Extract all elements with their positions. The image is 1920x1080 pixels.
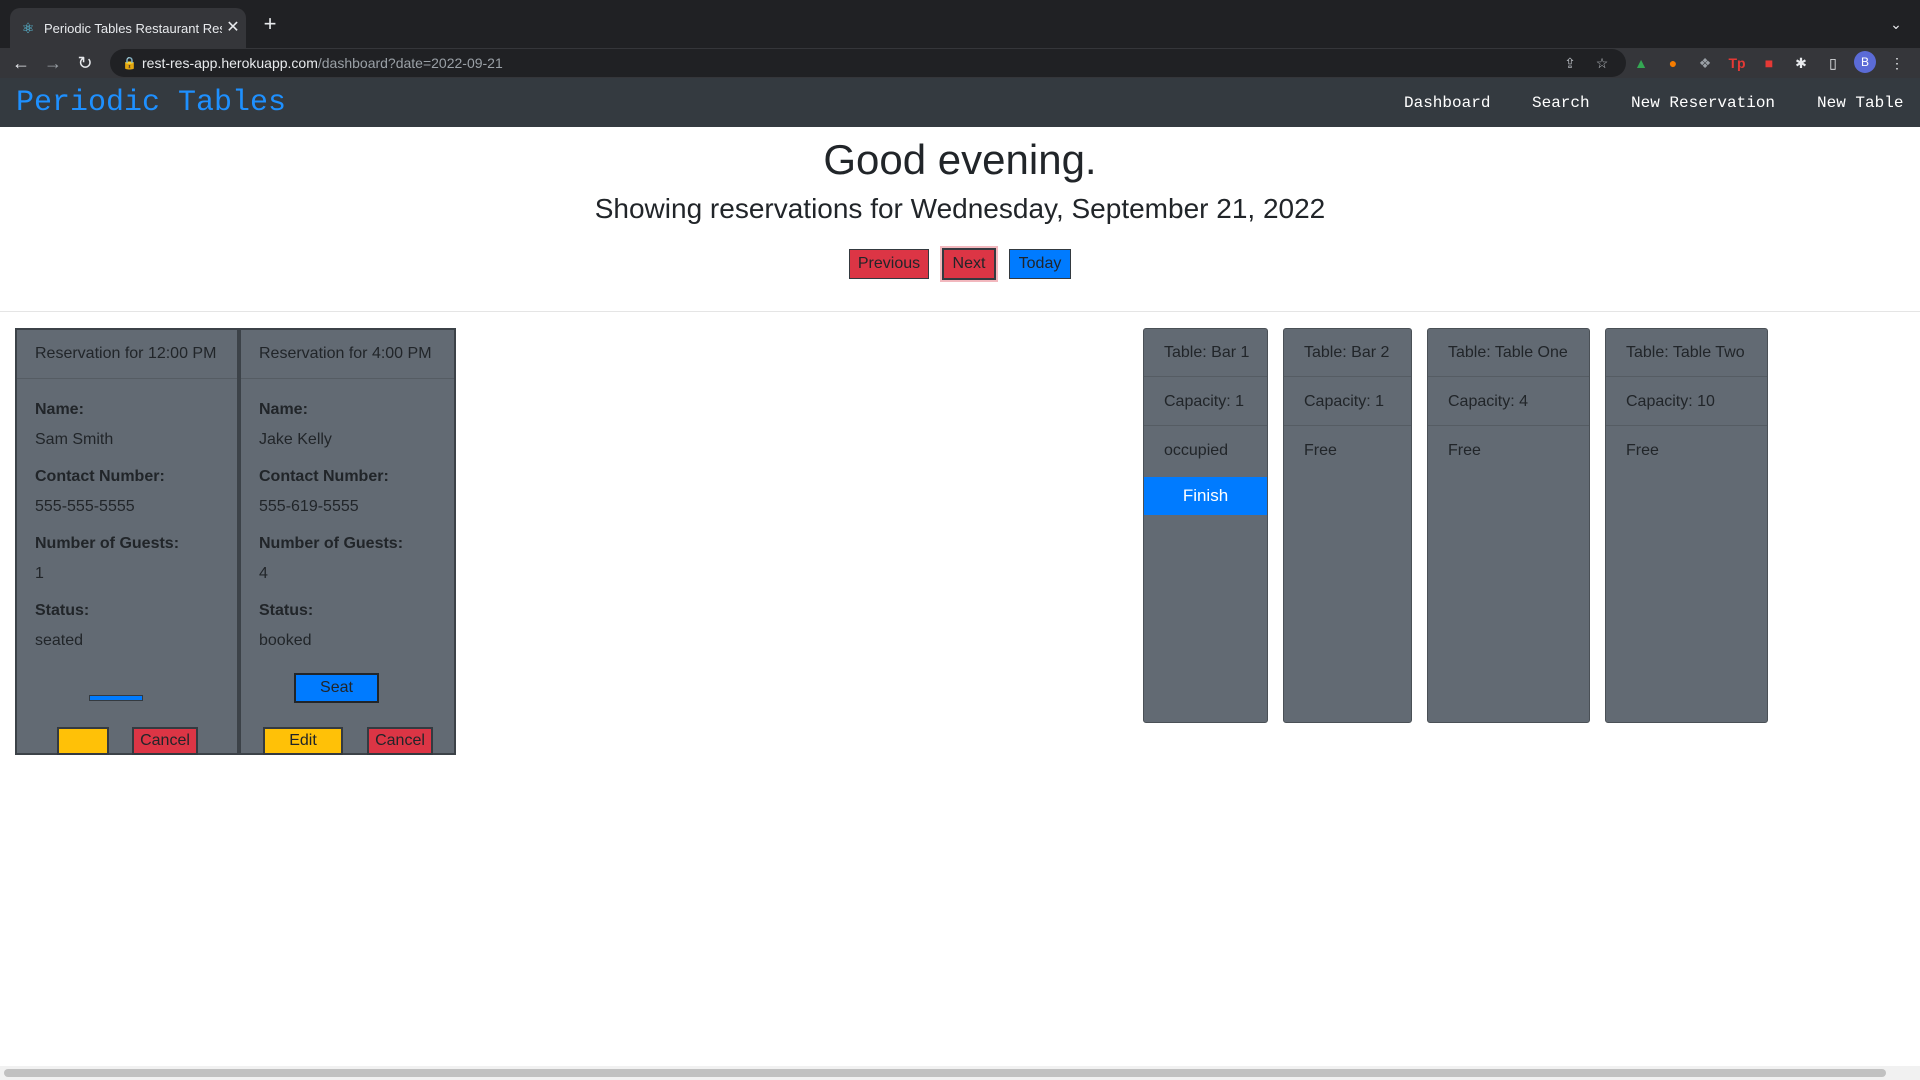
reservation-title: Reservation for 12:00 PM — [17, 330, 237, 379]
tab-title: Periodic Tables Restaurant Res — [44, 21, 222, 36]
table-status: occupied — [1164, 442, 1229, 459]
avatar[interactable]: B — [1854, 51, 1876, 73]
table-card: Table: Bar 1 Capacity: 1 occupied Finish — [1143, 328, 1268, 723]
date-heading: Showing reservations for Wednesday, Sept… — [594, 193, 1326, 224]
puzzle-icon[interactable]: ✱ — [1790, 52, 1812, 74]
table-title: Table: Table One — [1428, 329, 1589, 377]
finish-button[interactable]: Finish — [1144, 477, 1267, 515]
nav-link-dashboard[interactable]: Dashboard — [1404, 92, 1490, 114]
table-card: Table: Bar 2 Capacity: 1 Free — [1283, 328, 1412, 723]
reservation-card: Reservation for 12:00 PM Name: Sam Smith… — [15, 328, 239, 755]
reservation-card: Reservation for 4:00 PM Name: Jake Kelly… — [239, 328, 456, 755]
browser-tab-bar: ⚛ Periodic Tables Restaurant Res ✕ + ⌄ — [0, 0, 1920, 48]
table-title: Table: Table Two — [1606, 329, 1767, 377]
nav-link-new-table[interactable]: New Table — [1817, 92, 1903, 114]
reservation-status: booked — [259, 632, 312, 649]
seat-button-collapsed[interactable] — [89, 695, 143, 701]
previous-day-button[interactable]: Previous — [849, 249, 929, 279]
reservation-title: Reservation for 4:00 PM — [241, 330, 454, 379]
today-button[interactable]: Today — [1009, 249, 1071, 279]
back-arrow-icon[interactable]: ← — [8, 50, 34, 76]
extension-icon[interactable]: Tp — [1726, 52, 1748, 74]
browser-tab[interactable]: ⚛ Periodic Tables Restaurant Res ✕ — [10, 8, 246, 48]
section-divider — [0, 311, 1920, 312]
address-bar[interactable]: 🔒 rest-res-app.herokuapp.com/dashboard?d… — [110, 49, 1626, 77]
contact-label: Contact Number: — [35, 468, 165, 485]
app-navbar: Periodic Tables Dashboard Search New Res… — [0, 78, 1920, 127]
share-icon[interactable]: ⇪ — [1560, 53, 1580, 73]
react-icon: ⚛ — [21, 20, 35, 36]
next-day-button[interactable]: Next — [942, 248, 996, 280]
nav-link-new-reservation[interactable]: New Reservation — [1631, 92, 1775, 114]
guests-label: Number of Guests: — [259, 535, 404, 552]
cancel-button[interactable]: Cancel — [132, 727, 198, 755]
lock-icon: 🔒 — [122, 56, 137, 70]
reservation-contact: 555-619-5555 — [259, 498, 359, 515]
seat-button[interactable]: Seat — [294, 673, 379, 703]
cancel-button[interactable]: Cancel — [367, 727, 433, 755]
scrollbar-thumb[interactable] — [4, 1069, 1886, 1077]
close-icon[interactable]: ✕ — [224, 18, 242, 38]
kebab-menu-icon[interactable]: ⋮ — [1886, 52, 1908, 74]
table-capacity: Capacity: 4 — [1428, 378, 1589, 426]
contact-label: Contact Number: — [259, 468, 389, 485]
forward-arrow-icon[interactable]: → — [40, 50, 66, 76]
google-drive-icon[interactable]: ▲ — [1630, 52, 1652, 74]
chevron-down-icon[interactable]: ⌄ — [1884, 14, 1908, 34]
plus-icon[interactable]: + — [258, 12, 282, 36]
table-capacity: Capacity: 1 — [1144, 378, 1267, 426]
table-card: Table: Table One Capacity: 4 Free — [1427, 328, 1590, 723]
name-label: Name: — [35, 401, 84, 418]
brand-logo[interactable]: Periodic Tables — [16, 86, 286, 120]
reservation-name: Jake Kelly — [259, 431, 332, 448]
status-label: Status: — [35, 602, 90, 619]
reservation-guests: 1 — [35, 565, 44, 582]
table-status: Free — [1626, 442, 1659, 459]
reservation-name: Sam Smith — [35, 431, 114, 448]
reservation-guests: 4 — [259, 565, 268, 582]
guests-label: Number of Guests: — [35, 535, 180, 552]
dropbox-icon[interactable]: ❖ — [1694, 52, 1716, 74]
reservation-contact: 555-555-5555 — [35, 498, 135, 515]
table-status: Free — [1448, 442, 1481, 459]
table-capacity: Capacity: 10 — [1606, 378, 1767, 426]
reservation-status: seated — [35, 632, 84, 649]
status-label: Status: — [259, 602, 314, 619]
extension-icon[interactable]: ■ — [1758, 52, 1780, 74]
side-panel-icon[interactable]: ▯ — [1822, 52, 1844, 74]
table-title: Table: Bar 2 — [1284, 329, 1411, 377]
nav-link-search[interactable]: Search — [1532, 92, 1590, 114]
extension-icon[interactable]: ● — [1662, 52, 1684, 74]
table-capacity: Capacity: 1 — [1284, 378, 1411, 426]
greeting-heading: Good evening. — [823, 136, 1097, 183]
edit-button[interactable]: Edit — [263, 727, 343, 755]
horizontal-scrollbar[interactable] — [0, 1066, 1920, 1080]
url-text: rest-res-app.herokuapp.com/dashboard?dat… — [142, 55, 503, 71]
table-status: Free — [1304, 442, 1337, 459]
table-title: Table: Bar 1 — [1144, 329, 1267, 377]
star-icon[interactable]: ☆ — [1592, 53, 1612, 73]
table-card: Table: Table Two Capacity: 10 Free — [1605, 328, 1768, 723]
name-label: Name: — [259, 401, 308, 418]
reload-icon[interactable]: ↻ — [72, 50, 98, 76]
edit-button[interactable] — [57, 727, 109, 755]
